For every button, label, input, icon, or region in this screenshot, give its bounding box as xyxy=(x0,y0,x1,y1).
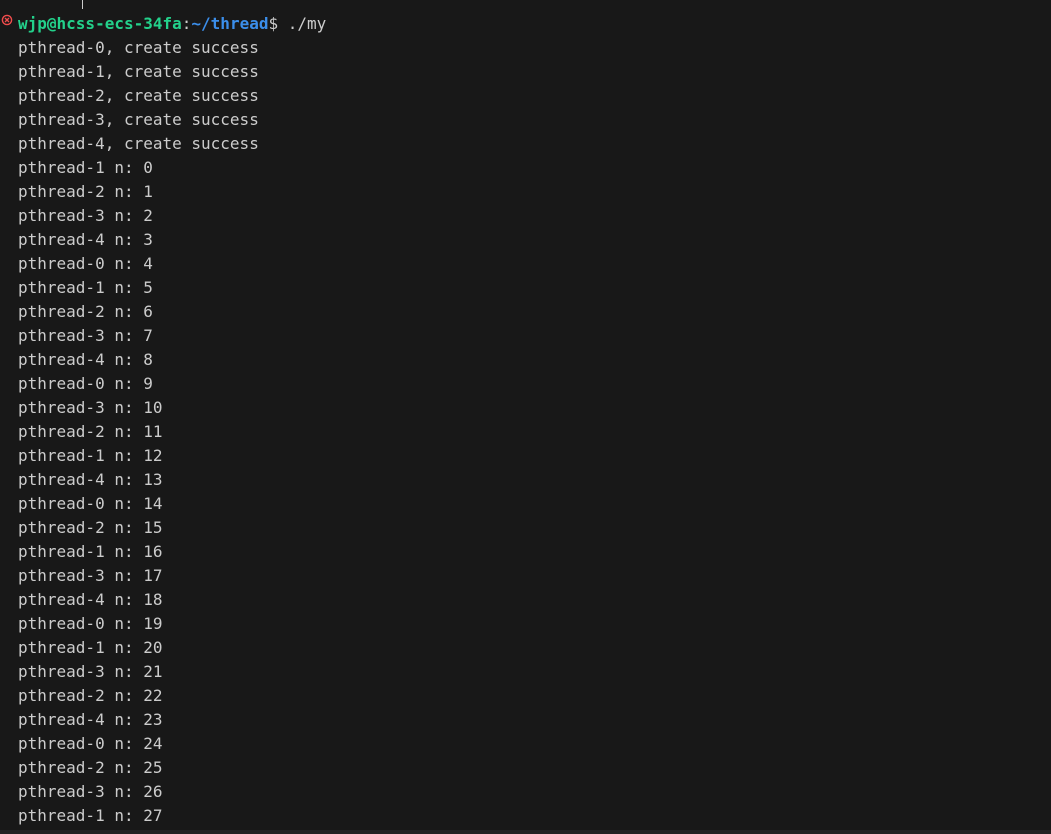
output-line: pthread-1 n: 12 xyxy=(18,446,163,465)
output-line: pthread-4 n: 13 xyxy=(18,470,163,489)
output-line: pthread-4 n: 8 xyxy=(18,350,153,369)
output-line: pthread-0 n: 4 xyxy=(18,254,153,273)
error-circle-x-icon[interactable] xyxy=(1,14,13,26)
output-line: pthread-0 n: 14 xyxy=(18,494,163,513)
output-line: pthread-3 n: 2 xyxy=(18,206,153,225)
output-line: pthread-1 n: 16 xyxy=(18,542,163,561)
prompt-separator: : xyxy=(181,14,192,33)
output-line: pthread-4 n: 3 xyxy=(18,230,153,249)
output-line: pthread-4, create success xyxy=(18,134,259,153)
output-line: pthread-2 n: 22 xyxy=(18,686,163,705)
output-line: pthread-0 n: 19 xyxy=(18,614,163,633)
prompt-dollar: $ xyxy=(268,14,279,33)
output-line: pthread-4 n: 18 xyxy=(18,590,163,609)
output-line: pthread-3, create success xyxy=(18,110,259,129)
terminal-bottom-edge xyxy=(0,830,1051,834)
terminal-output: wjp@hcss-ecs-34fa:~/thread$ ./my pthread… xyxy=(18,12,326,828)
prompt-command: ./my xyxy=(278,14,327,33)
output-line: pthread-3 n: 21 xyxy=(18,662,163,681)
output-line: pthread-2 n: 11 xyxy=(18,422,163,441)
output-line: pthread-3 n: 10 xyxy=(18,398,163,417)
prompt-line: wjp@hcss-ecs-34fa:~/thread$ ./my xyxy=(18,12,326,36)
output-line: pthread-1, create success xyxy=(18,62,259,81)
text-cursor-mark xyxy=(82,0,83,9)
prompt-user-host: wjp@hcss-ecs-34fa xyxy=(18,14,182,33)
output-line: pthread-1 n: 0 xyxy=(18,158,153,177)
output-line: pthread-2 n: 1 xyxy=(18,182,153,201)
output-line: pthread-3 n: 7 xyxy=(18,326,153,345)
output-line: pthread-0 n: 9 xyxy=(18,374,153,393)
output-line: pthread-0, create success xyxy=(18,38,259,57)
output-line: pthread-1 n: 20 xyxy=(18,638,163,657)
output-line: pthread-2 n: 25 xyxy=(18,758,163,777)
output-line: pthread-2 n: 6 xyxy=(18,302,153,321)
output-line: pthread-2, create success xyxy=(18,86,259,105)
output-line: pthread-4 n: 23 xyxy=(18,710,163,729)
output-line: pthread-0 n: 24 xyxy=(18,734,163,753)
prompt-path: ~/thread xyxy=(191,14,269,33)
output-line: pthread-1 n: 5 xyxy=(18,278,153,297)
output-line: pthread-3 n: 17 xyxy=(18,566,163,585)
output-line: pthread-2 n: 15 xyxy=(18,518,163,537)
terminal-window[interactable]: wjp@hcss-ecs-34fa:~/thread$ ./my pthread… xyxy=(0,0,1051,834)
output-line: pthread-3 n: 26 xyxy=(18,782,163,801)
output-line: pthread-1 n: 27 xyxy=(18,806,163,825)
